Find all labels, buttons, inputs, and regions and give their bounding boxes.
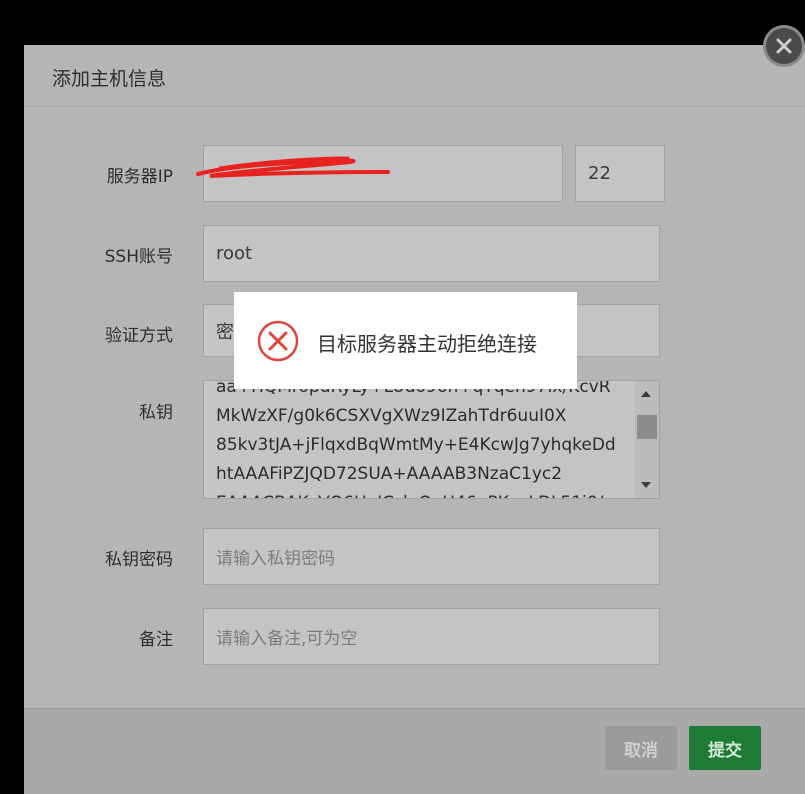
scroll-down-arrow-icon[interactable] — [641, 482, 651, 488]
key-password-placeholder: 请输入私钥密码 — [216, 549, 335, 569]
key-password-label: 私钥密码 — [105, 550, 173, 570]
private-key-line: EAAACBAKoVQ6HaJCzlnQoH46nPKsnLDL51j0/ — [216, 489, 636, 498]
remark-label: 备注 — [139, 630, 173, 650]
private-key-textarea[interactable]: aa+HQMropuRyLy+LUdo96h+qYqen97Ix/KcvR Mk… — [203, 380, 660, 499]
ssh-account-input[interactable]: root — [203, 225, 660, 282]
private-key-line: htAAAFiPZJQD72SUA+AAAAB3NzaC1yc2 — [216, 464, 563, 484]
auth-method-value: 密 — [216, 321, 234, 343]
private-key-content: aa+HQMropuRyLy+LUdo96h+qYqen97Ix/KcvR Mk… — [216, 381, 636, 498]
private-key-line: MkWzXF/g0k6CSXVgXWz9IZahTdr6uuI0X — [216, 406, 567, 426]
private-key-line: 85kv3tJA+jFlqxdBqWmtMy+E4KcwJg7yhqkeDd — [216, 435, 616, 455]
key-password-input[interactable]: 请输入私钥密码 — [203, 528, 660, 585]
error-toast: 目标服务器主动拒绝连接 — [234, 292, 577, 389]
close-button[interactable] — [763, 25, 805, 67]
ssh-account-label: SSH账号 — [104, 247, 173, 267]
redaction-scribble — [196, 156, 390, 178]
dialog-footer — [24, 708, 805, 794]
textarea-scrollbar[interactable] — [635, 381, 659, 498]
auth-method-label: 验证方式 — [105, 326, 173, 346]
ssh-account-value: root — [216, 243, 253, 264]
dialog-header: 添加主机信息 — [24, 45, 805, 107]
toast-message: 目标服务器主动拒绝连接 — [317, 332, 537, 356]
port-value: 22 — [588, 163, 611, 184]
submit-button[interactable]: 提交 — [689, 726, 761, 770]
close-icon — [776, 38, 792, 54]
dialog-title: 添加主机信息 — [52, 68, 167, 90]
remark-placeholder: 请输入备注,可为空 — [216, 629, 358, 649]
cancel-button[interactable]: 取消 — [605, 726, 677, 770]
private-key-label: 私钥 — [139, 403, 173, 423]
error-circle-icon — [257, 320, 299, 362]
scroll-up-arrow-icon[interactable] — [641, 391, 651, 397]
server-ip-label: 服务器IP — [106, 167, 173, 187]
port-input[interactable]: 22 — [575, 145, 665, 202]
remark-input[interactable]: 请输入备注,可为空 — [203, 608, 660, 665]
scroll-thumb[interactable] — [637, 415, 657, 439]
